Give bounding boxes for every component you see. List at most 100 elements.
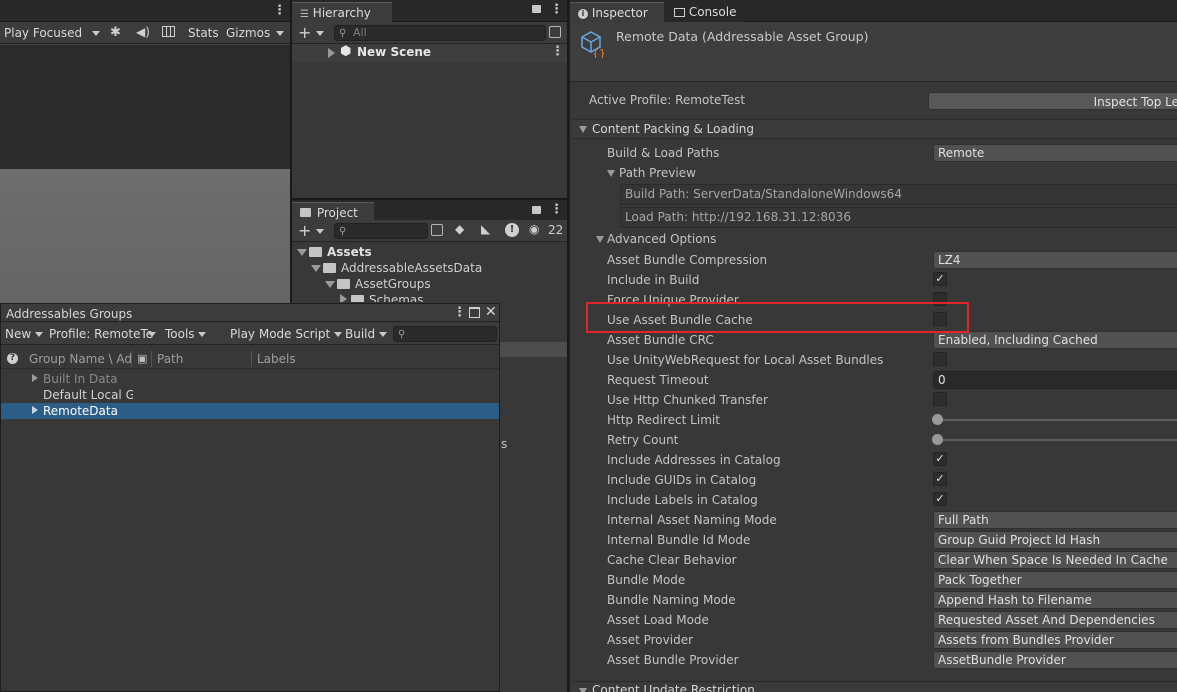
tab-hierarchy[interactable]: ☰ Hierarchy — [292, 2, 392, 22]
group-row[interactable]: Default Local Gr — [1, 387, 499, 403]
property-checkbox[interactable]: ✓ — [933, 272, 947, 286]
expand-arrow-icon[interactable] — [340, 294, 347, 302]
property-label: Internal Bundle Id Mode — [607, 533, 751, 547]
property-row: Retry Count — [570, 430, 1177, 450]
slider-track[interactable] — [937, 419, 1177, 421]
new-dropdown[interactable]: New — [1, 323, 47, 345]
property-dropdown[interactable]: Append Hash to Filename — [933, 591, 1177, 609]
expand-arrow-icon[interactable] — [32, 406, 38, 414]
column-divider[interactable] — [131, 351, 132, 367]
hierarchy-search-input[interactable]: ⚲ All — [334, 25, 546, 41]
hierarchy-toolbar: + ⚲ All — [292, 22, 567, 44]
chevron-down-icon[interactable] — [316, 31, 324, 36]
foldout-arrow-icon[interactable] — [596, 236, 604, 243]
inspect-top-level-button[interactable]: Inspect Top Le — [928, 92, 1177, 110]
list-icon: ☰ — [300, 9, 309, 20]
hidden-eye-icon[interactable]: ◉ — [529, 222, 539, 236]
property-checkbox[interactable]: ✓ — [933, 472, 947, 486]
search-by-type-icon[interactable] — [431, 224, 443, 236]
property-dropdown[interactable]: LZ4 — [933, 251, 1177, 269]
add-icon[interactable]: + — [298, 221, 311, 240]
expand-arrow-icon[interactable] — [32, 374, 38, 382]
close-icon[interactable]: ✕ — [485, 304, 497, 320]
chevron-down-icon — [198, 332, 207, 337]
section-header-content-update[interactable]: Content Update Restriction — [573, 681, 1177, 692]
addressables-search-input[interactable]: ⚲ — [393, 326, 497, 342]
warning-icon[interactable]: ! — [505, 223, 519, 237]
lock-icon[interactable] — [532, 5, 541, 13]
expand-arrow-icon[interactable] — [311, 265, 321, 272]
property-dropdown[interactable]: AssetBundle Provider — [933, 651, 1177, 669]
filter-type-icon[interactable]: ◆ — [455, 222, 464, 236]
tools-dropdown[interactable]: Tools — [161, 323, 210, 345]
addressables-menu-kebab-icon[interactable]: ⋮ — [453, 306, 466, 320]
chevron-down-icon[interactable] — [316, 229, 324, 234]
column-divider[interactable] — [251, 351, 252, 367]
tab-hierarchy-label: Hierarchy — [312, 6, 371, 20]
project-search-input[interactable]: ⚲ — [334, 223, 428, 239]
add-icon[interactable]: + — [298, 23, 311, 42]
lock-icon[interactable] — [532, 206, 541, 214]
property-label: Use UnityWebRequest for Local Asset Bund… — [607, 353, 884, 367]
profile-dropdown[interactable]: Profile: RemoteTe — [45, 323, 157, 345]
tab-project[interactable]: Project — [292, 202, 374, 222]
project-menu-kebab-icon[interactable]: ⋮ — [550, 203, 563, 217]
column-divider[interactable] — [151, 351, 152, 367]
grid-icon[interactable] — [162, 26, 175, 37]
expand-arrow-icon[interactable] — [297, 249, 307, 256]
tab-console[interactable]: Console — [666, 2, 744, 22]
project-tree-row[interactable]: Schemas — [292, 292, 567, 302]
slider-track[interactable] — [937, 439, 1177, 441]
property-checkbox[interactable]: ✓ — [933, 452, 947, 466]
property-checkbox[interactable] — [933, 352, 947, 366]
bug-icon[interactable]: ✱ — [110, 25, 121, 40]
maximize-icon[interactable] — [469, 307, 480, 318]
chevron-down-icon[interactable] — [148, 332, 156, 337]
label-icon[interactable]: ◣ — [481, 222, 490, 236]
stats-button[interactable]: Stats — [184, 22, 223, 44]
column-labels[interactable]: Labels — [257, 352, 296, 366]
build-load-paths-dropdown[interactable]: Remote — [933, 144, 1177, 162]
unity-scene-icon: ⬢ — [340, 44, 352, 59]
slider-knob[interactable] — [932, 434, 943, 445]
play-focused-dropdown[interactable]: Play Focused — [0, 22, 102, 44]
tab-inspector[interactable]: i Inspector — [570, 2, 664, 22]
column-path[interactable]: Path — [157, 352, 183, 366]
property-dropdown[interactable]: Enabled, Including Cached — [933, 331, 1177, 349]
help-icon[interactable]: ? — [7, 353, 18, 364]
property-dropdown[interactable]: Assets from Bundles Provider — [933, 631, 1177, 649]
property-checkbox[interactable] — [933, 392, 947, 406]
chevron-down-icon[interactable] — [276, 31, 284, 36]
slider-knob[interactable] — [932, 414, 943, 425]
game-menu-kebab-icon[interactable]: ⋮ — [273, 4, 286, 18]
property-checkbox[interactable]: ✓ — [933, 492, 947, 506]
scene-menu-kebab-icon[interactable]: ⋮ — [551, 45, 564, 59]
expand-arrow-icon[interactable] — [328, 48, 335, 58]
scene-row[interactable]: ⬢ New Scene ⋮ — [292, 44, 567, 62]
gizmos-dropdown[interactable]: Gizmos — [222, 22, 274, 44]
expand-arrow-icon[interactable] — [325, 281, 335, 288]
property-dropdown[interactable]: Requested Asset And Dependencies — [933, 611, 1177, 629]
property-label: Asset Provider — [607, 633, 694, 647]
section-header-content-packing[interactable]: Content Packing & Loading — [573, 119, 1177, 139]
build-dropdown[interactable]: Build — [341, 323, 391, 345]
folder-icon — [351, 295, 364, 302]
property-dropdown[interactable]: Group Guid Project Id Hash — [933, 531, 1177, 549]
project-tree-row[interactable]: AddressableAssetsData — [292, 260, 567, 276]
play-mode-script-dropdown[interactable]: Play Mode Script — [226, 323, 346, 345]
hierarchy-menu-kebab-icon[interactable]: ⋮ — [550, 3, 563, 17]
group-row[interactable]: Built In Data — [1, 371, 499, 387]
project-tree-row[interactable]: Assets — [292, 244, 567, 260]
group-row-selected[interactable]: RemoteData — [1, 403, 499, 419]
project-tree-row[interactable]: AssetGroups — [292, 276, 567, 292]
scene-filter-icon[interactable] — [549, 26, 561, 38]
property-text-field[interactable]: 0 — [933, 371, 1177, 389]
foldout-arrow-icon[interactable] — [607, 170, 615, 177]
audio-icon[interactable]: ◀) — [136, 25, 150, 39]
column-group-name[interactable]: Group Name \ Adc — [29, 352, 131, 366]
property-dropdown[interactable]: Clear When Space Is Needed In Cache — [933, 551, 1177, 569]
property-dropdown[interactable]: Pack Together — [933, 571, 1177, 589]
hierarchy-tabbar: ☰ Hierarchy ⋮ — [292, 0, 567, 22]
property-label: Asset Bundle CRC — [607, 333, 714, 347]
property-dropdown[interactable]: Full Path — [933, 511, 1177, 529]
